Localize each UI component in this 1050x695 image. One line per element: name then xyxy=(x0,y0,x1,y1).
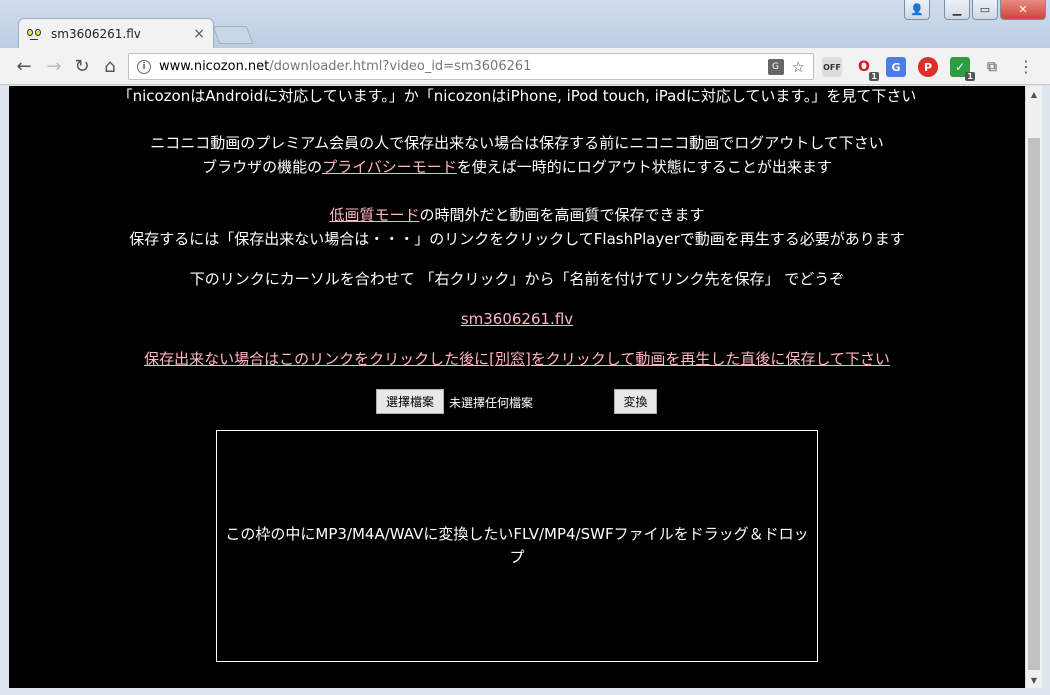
extension-pokeball-icon[interactable]: P xyxy=(918,57,938,77)
privacy-mode-link[interactable]: プライバシーモード xyxy=(322,158,457,176)
save-instructions: 下のリンクにカーソルを合わせて 「右クリック」から「名前を付けてリンク先を保存」… xyxy=(189,270,845,288)
browser-toolbar: ← → ↻ ⌂ i www.nicozon.net/downloader.htm… xyxy=(0,48,1050,85)
video-file-link[interactable]: sm3606261.flv xyxy=(461,310,573,328)
new-tab-button[interactable] xyxy=(212,26,254,44)
convert-button[interactable]: 変換 xyxy=(614,389,657,414)
browser-tab[interactable]: sm3606261.flv × xyxy=(18,18,214,48)
choose-file-button[interactable]: 選擇檔案 xyxy=(376,389,444,414)
extension-off-icon[interactable]: OFF xyxy=(822,57,842,77)
tab-close-icon[interactable]: × xyxy=(193,26,205,42)
vertical-scrollbar[interactable]: ▲ ▼ xyxy=(1025,86,1042,688)
page-viewport: 「nicozonはAndroidに対応しています。」か「nicozonはiPho… xyxy=(9,86,1042,688)
cannot-save-link[interactable]: 保存出来ない場合はこのリンクをクリックした後に[別窓]をクリックして動画を再生し… xyxy=(144,350,890,368)
device-notice: 「nicozonはAndroidに対応しています。」か「nicozonはiPho… xyxy=(117,87,917,105)
window-controls: 👤 ▁ ▭ ✕ xyxy=(904,0,1046,20)
nicozon-favicon-icon xyxy=(27,27,43,41)
extension-google-translate-icon[interactable]: G xyxy=(886,57,906,77)
site-info-icon[interactable]: i xyxy=(137,59,151,74)
url-host: www.nicozon.net xyxy=(159,59,270,74)
translate-icon[interactable]: G xyxy=(767,58,784,75)
extension-window-icon[interactable]: ⧉ xyxy=(982,57,1002,77)
scroll-up-arrow-icon[interactable]: ▲ xyxy=(1026,86,1042,102)
extension-shield-icon[interactable]: ✓ 1 xyxy=(950,57,975,81)
file-status-text: 未選擇任何檔案 xyxy=(449,396,534,410)
chrome-menu-icon[interactable]: ⋮ xyxy=(1014,54,1038,78)
scroll-down-arrow-icon[interactable]: ▼ xyxy=(1026,672,1042,688)
cannot-save-row: 保存出来ない場合はこのリンクをクリックした後に[別窓]をクリックして動画を再生し… xyxy=(9,349,1025,369)
drop-zone-text: この枠の中にMP3/M4A/WAVに変換したいFLV/MP4/SWFファイルをド… xyxy=(225,525,809,566)
close-window-button[interactable]: ✕ xyxy=(1000,0,1046,20)
low-quality-notice: 低画質モードの時間外だと動画を高画質で保存できます xyxy=(329,206,705,224)
address-bar[interactable]: i www.nicozon.net/downloader.html?video_… xyxy=(128,53,814,80)
profile-icon[interactable]: 👤 xyxy=(904,0,930,20)
maximize-button[interactable]: ▭ xyxy=(972,0,998,20)
extension-badge: 1 xyxy=(869,72,879,81)
extension-badge: 1 xyxy=(965,72,975,81)
low-quality-mode-link[interactable]: 低画質モード xyxy=(329,206,419,224)
file-link-row: sm3606261.flv xyxy=(9,309,1025,329)
url-text[interactable]: www.nicozon.net/downloader.html?video_id… xyxy=(159,59,768,74)
minimize-button[interactable]: ▁ xyxy=(944,0,970,20)
forward-button[interactable]: → xyxy=(42,54,66,78)
home-button[interactable]: ⌂ xyxy=(98,54,122,78)
file-upload-row: 選擇檔案 未選擇任何檔案 変換 xyxy=(9,389,1025,415)
extension-opera-icon[interactable]: O 1 xyxy=(854,57,879,81)
reload-button[interactable]: ↻ xyxy=(70,54,94,78)
scrollbar-thumb[interactable] xyxy=(1028,138,1040,670)
drop-zone[interactable]: この枠の中にMP3/M4A/WAVに変換したいFLV/MP4/SWFファイルをド… xyxy=(216,430,818,662)
title-bar: sm3606261.flv × 👤 ▁ ▭ ✕ xyxy=(0,0,1050,48)
bookmark-star-icon[interactable]: ☆ xyxy=(792,58,805,76)
back-button[interactable]: ← xyxy=(12,54,36,78)
privacy-mode-notice: ブラウザの機能のプライバシーモードを使えば一時的にログアウト状態にすることが出来… xyxy=(202,158,832,176)
url-path: /downloader.html?video_id=sm3606261 xyxy=(269,59,532,74)
tab-title: sm3606261.flv xyxy=(51,26,141,41)
premium-notice: ニコニコ動画のプレミアム会員の人で保存出来ない場合は保存する前にニコニコ動画でロ… xyxy=(150,134,884,152)
flashplayer-notice: 保存するには「保存出来ない場合は・・・」のリンクをクリックしてFlashPlay… xyxy=(129,230,905,248)
